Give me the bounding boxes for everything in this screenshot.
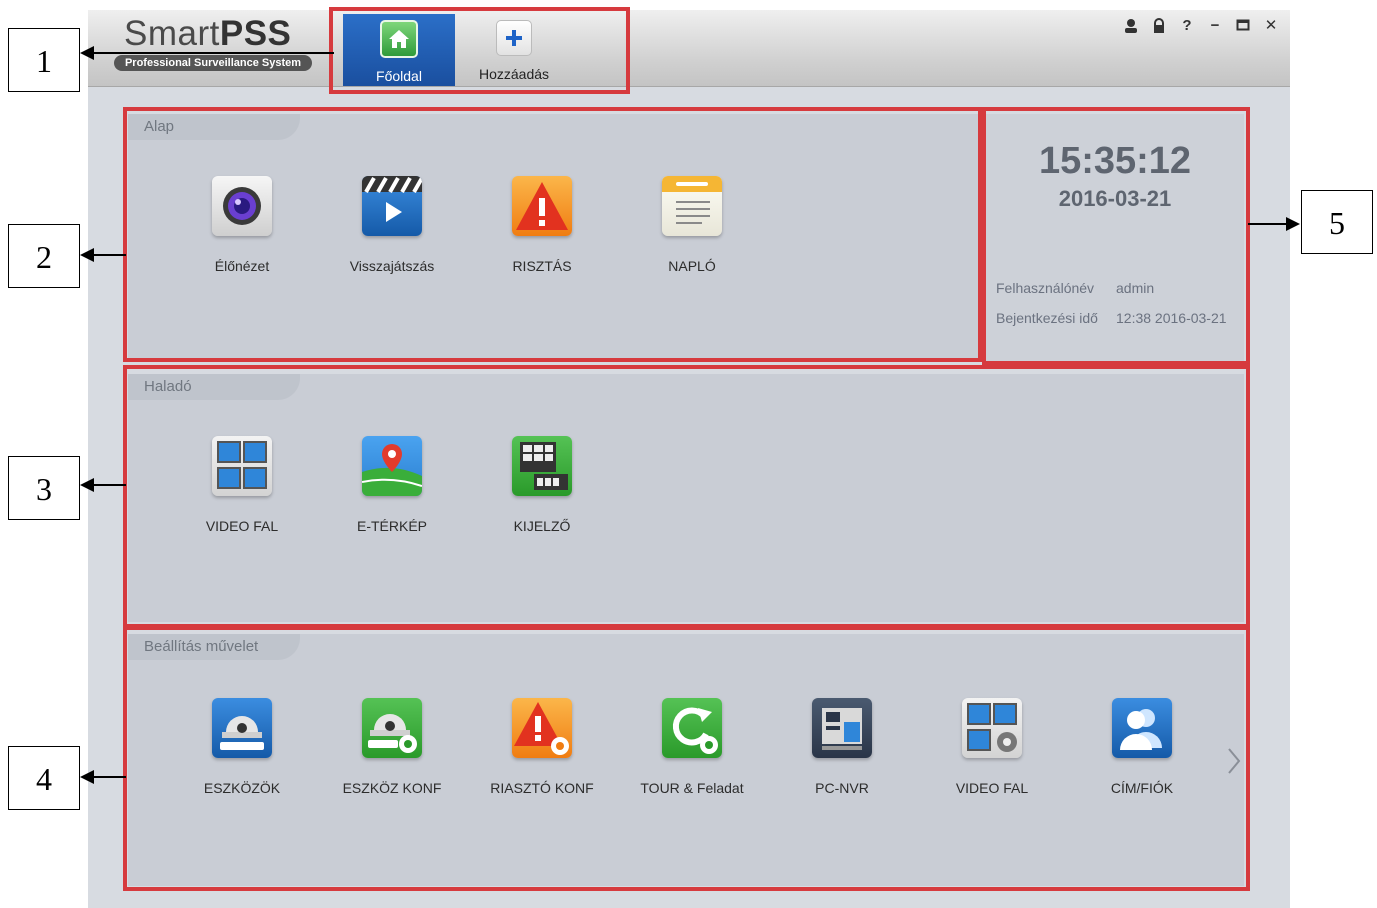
- callout-5: 5: [1301, 190, 1373, 254]
- callout-1: 1: [8, 28, 80, 92]
- callout-2: 2: [8, 224, 80, 288]
- title-bar: SmartPSS Professional Surveillance Syste…: [88, 10, 1290, 87]
- highlight-info: [982, 107, 1250, 365]
- callout-1-arrowhead: [80, 46, 94, 60]
- logo-tagline: Professional Surveillance System: [114, 55, 312, 71]
- highlight-tabs: [329, 7, 630, 94]
- highlight-basic: [123, 107, 982, 362]
- maximize-icon[interactable]: [1236, 18, 1250, 34]
- callout-5-arrowhead: [1286, 217, 1300, 231]
- callout-3: 3: [8, 456, 80, 520]
- lock-icon[interactable]: [1152, 18, 1166, 34]
- callout-3-arrowhead: [80, 478, 94, 492]
- close-icon[interactable]: ✕: [1264, 18, 1278, 34]
- minimize-icon[interactable]: −: [1208, 18, 1222, 34]
- highlight-settings: [123, 626, 1250, 891]
- help-icon[interactable]: ?: [1180, 18, 1194, 34]
- callout-5-arrow: [1248, 223, 1288, 225]
- callout-2-arrowhead: [80, 248, 94, 262]
- app-logo: SmartPSS: [124, 14, 291, 54]
- highlight-advanced: [123, 365, 1250, 628]
- callout-4-arrow: [92, 776, 126, 778]
- callout-2-arrow: [92, 254, 126, 256]
- logo-bold-text: PSS: [219, 14, 292, 53]
- callout-1-arrow: [88, 52, 334, 54]
- logo-main-text: Smart: [124, 14, 220, 53]
- window-controls: ? − ✕: [1124, 18, 1278, 34]
- callout-4: 4: [8, 746, 80, 810]
- user-icon[interactable]: [1124, 18, 1138, 34]
- callout-4-arrowhead: [80, 770, 94, 784]
- callout-3-arrow: [92, 484, 126, 486]
